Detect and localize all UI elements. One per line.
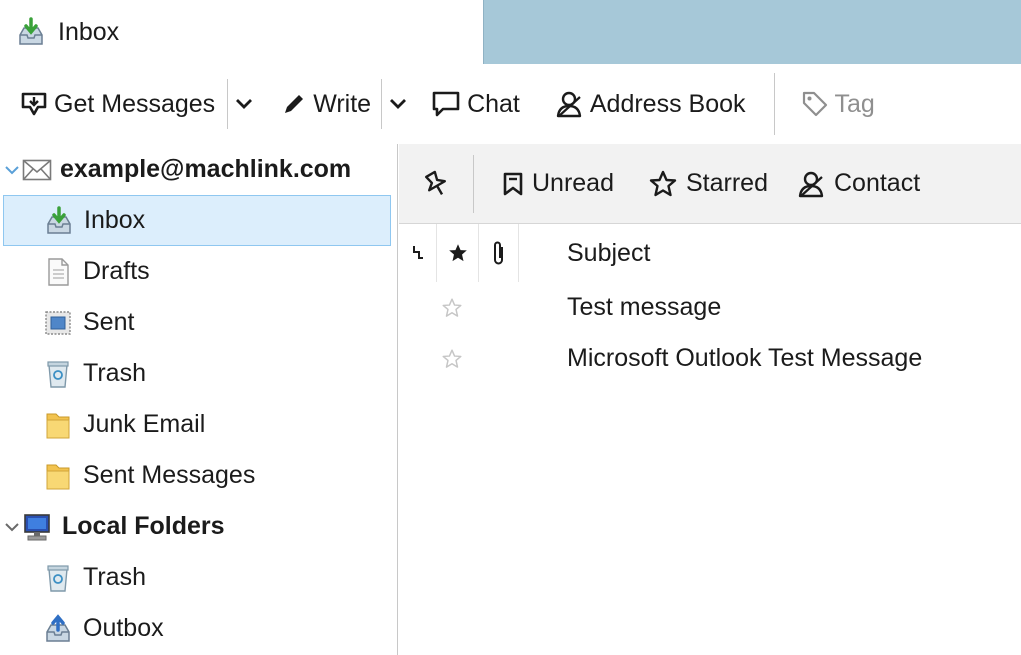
sticky-filter-button[interactable] (421, 159, 451, 209)
address-book-button[interactable]: Address Book (554, 77, 746, 131)
trash-icon (43, 563, 73, 593)
toolbar-separator (773, 73, 775, 135)
message-row[interactable]: Test message (399, 282, 1021, 333)
pencil-icon (281, 91, 307, 117)
folder-sent-messages[interactable]: Sent Messages (0, 450, 397, 501)
chevron-down-icon[interactable] (4, 164, 20, 176)
write-dropdown[interactable] (381, 79, 413, 129)
chevron-down-icon (235, 98, 253, 110)
attachment-column[interactable] (479, 224, 519, 282)
tab-strip-empty-area (483, 0, 1021, 64)
folder-label: Sent (83, 308, 135, 336)
folder-junk-email[interactable]: Junk Email (0, 399, 397, 450)
star-toggle[interactable] (399, 348, 505, 370)
inbox-icon (44, 205, 74, 236)
star-outline-icon (441, 348, 463, 370)
folder-icon (43, 410, 73, 440)
folder-local-trash[interactable]: Trash (0, 552, 397, 603)
folder-sent[interactable]: Sent (0, 297, 397, 348)
bookmark-icon (502, 171, 524, 197)
main-toolbar: Get Messages Write Chat Address Book Tag (0, 64, 1021, 144)
get-messages-button[interactable]: Get Messages (20, 77, 215, 131)
chat-button[interactable]: Chat (431, 77, 520, 131)
tab-title: Inbox (58, 17, 120, 46)
subject-header-label: Subject (567, 238, 651, 267)
folder-outbox[interactable]: Outbox (0, 603, 397, 654)
folder-label: Trash (83, 359, 146, 387)
thread-column-header: Subject (399, 224, 1021, 282)
starred-column[interactable] (437, 224, 479, 282)
contact-icon (796, 169, 826, 199)
folder-label: Junk Email (83, 410, 206, 438)
tag-button[interactable]: Tag (801, 77, 875, 131)
folder-label: Trash (83, 563, 146, 591)
sent-icon (43, 308, 73, 338)
thread-pane: Subject Test message Microsoft Outlook T… (399, 224, 1021, 655)
outbox-icon (43, 613, 73, 644)
star-icon (648, 169, 678, 199)
thread-icon (411, 243, 425, 263)
tab-inbox[interactable]: Inbox (0, 0, 483, 64)
star-outline-icon (441, 297, 463, 319)
drafts-icon (43, 257, 73, 287)
folder-label: Outbox (83, 614, 164, 642)
account-name: example@machlink.com (60, 155, 352, 183)
folder-pane: example@machlink.com Inbox Drafts Sent T… (0, 144, 398, 655)
folder-drafts[interactable]: Drafts (0, 246, 397, 297)
get-messages-label: Get Messages (54, 89, 216, 118)
get-messages-icon (20, 90, 48, 118)
local-folders-name: Local Folders (62, 512, 225, 540)
folder-label: Drafts (83, 257, 150, 285)
tab-strip: Inbox (0, 0, 1021, 64)
pin-icon (421, 169, 451, 199)
starred-label: Starred (686, 169, 768, 197)
subject-column[interactable]: Subject (519, 239, 650, 268)
star-toggle[interactable] (399, 297, 505, 319)
message-subject: Test message (567, 293, 722, 321)
local-folders-row[interactable]: Local Folders (0, 501, 397, 552)
get-messages-dropdown[interactable] (227, 79, 259, 129)
star-filled-icon (447, 242, 469, 264)
paperclip-icon (491, 239, 507, 267)
write-button[interactable]: Write (281, 77, 371, 131)
message-row[interactable]: Microsoft Outlook Test Message (399, 333, 1021, 384)
tag-label: Tag (834, 89, 875, 118)
account-row[interactable]: example@machlink.com (0, 144, 397, 195)
tag-icon (801, 90, 829, 118)
folder-inbox[interactable]: Inbox (3, 195, 391, 246)
chevron-down-icon (389, 98, 407, 110)
contact-filter-button[interactable]: Contact (796, 159, 920, 209)
folder-label: Sent Messages (83, 461, 256, 489)
chat-label: Chat (467, 89, 520, 118)
chat-icon (431, 90, 461, 118)
unread-filter-button[interactable]: Unread (502, 159, 614, 209)
folder-icon (43, 461, 73, 491)
trash-icon (43, 359, 73, 389)
message-subject: Microsoft Outlook Test Message (567, 344, 923, 372)
thread-column[interactable] (399, 224, 437, 282)
chevron-down-icon[interactable] (4, 521, 20, 533)
write-label: Write (313, 89, 372, 118)
contact-label: Contact (833, 169, 921, 197)
computer-icon (22, 512, 52, 542)
address-book-icon (554, 89, 584, 119)
inbox-icon (16, 17, 46, 47)
folder-label: Inbox (84, 206, 146, 234)
filter-separator (473, 154, 474, 213)
unread-label: Unread (532, 169, 614, 197)
starred-filter-button[interactable]: Starred (648, 159, 768, 209)
mail-envelope-icon (22, 159, 52, 181)
quick-filter-bar: Unread Starred Contact (399, 144, 1021, 224)
address-book-label: Address Book (589, 89, 746, 118)
folder-trash[interactable]: Trash (0, 348, 397, 399)
